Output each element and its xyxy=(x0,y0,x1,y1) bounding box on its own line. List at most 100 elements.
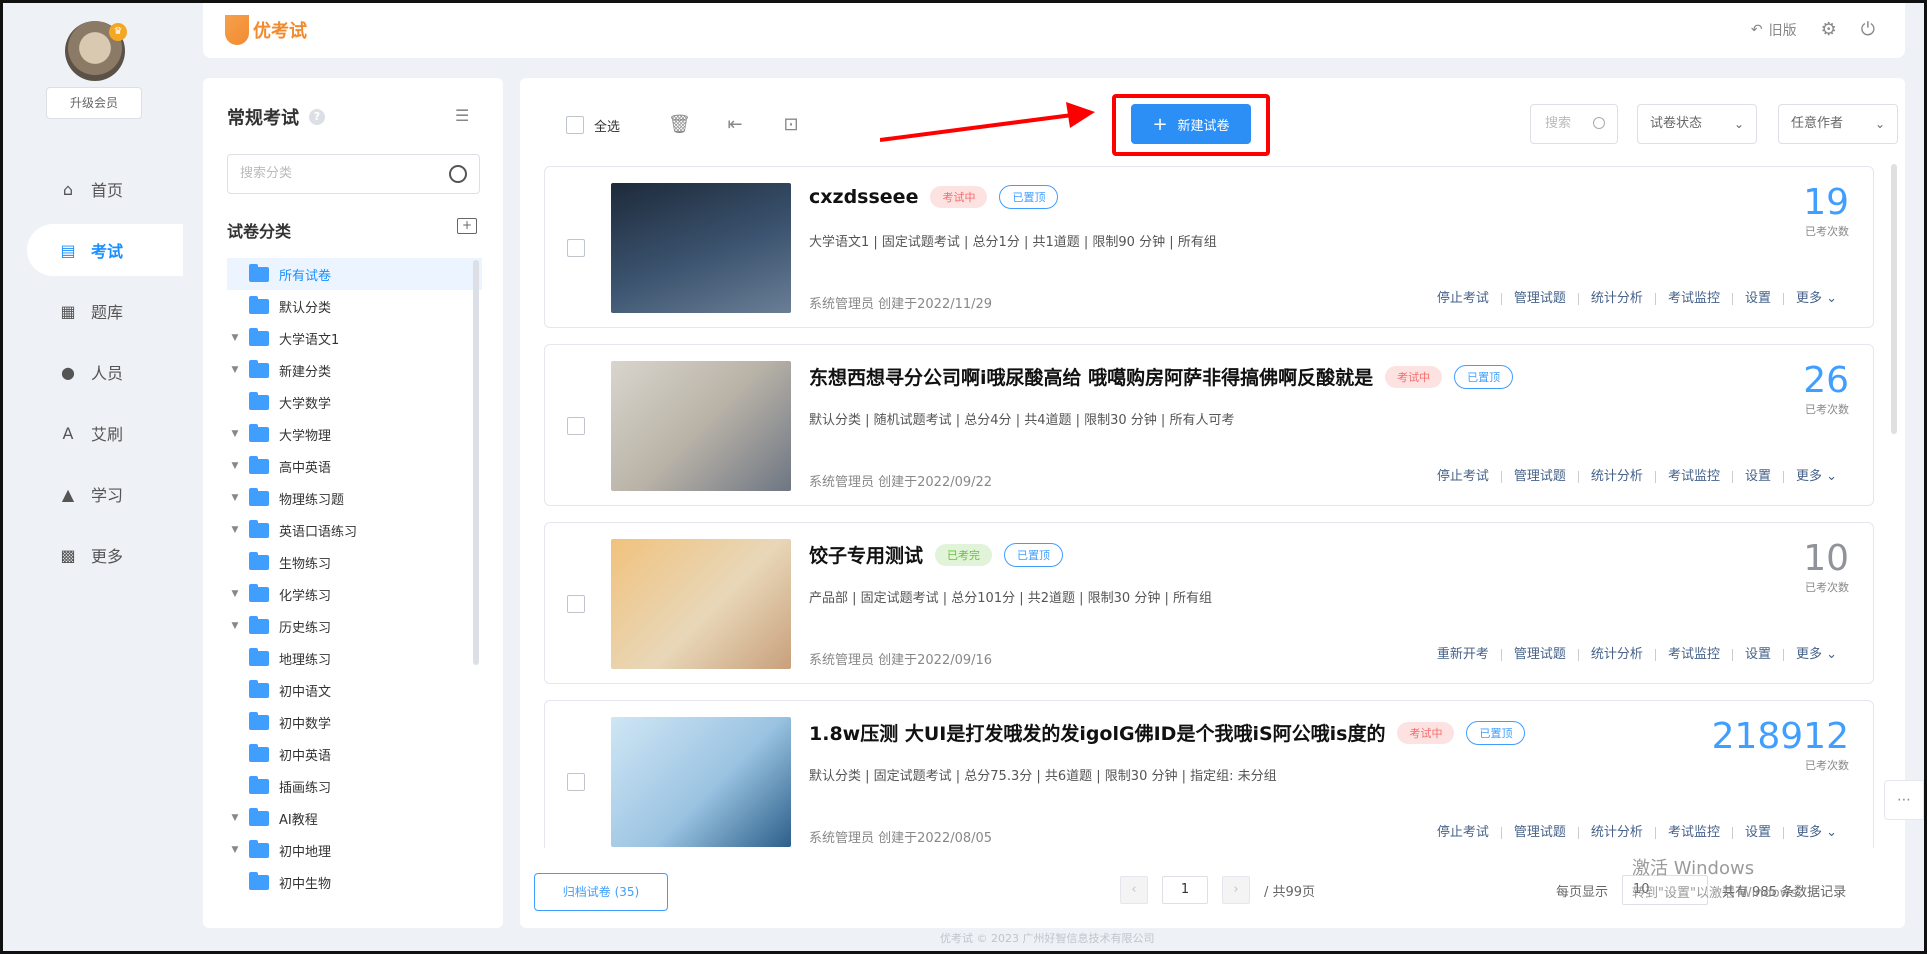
category-tree-item[interactable]: 插画练习 xyxy=(227,770,482,802)
category-search-input[interactable]: 搜索分类 xyxy=(227,154,480,194)
category-tree-item[interactable]: 初中语文 xyxy=(227,674,482,706)
category-tree-item[interactable]: 大学数学 xyxy=(227,386,482,418)
nav-item-6[interactable]: ▩ 更多 xyxy=(27,529,183,581)
paper-search-input[interactable]: 搜索 xyxy=(1530,104,1618,144)
category-tree-item[interactable]: ▼ 大学物理 xyxy=(227,418,482,450)
nav-item-4[interactable]: A 艾刷 xyxy=(27,407,183,459)
exam-thumbnail[interactable] xyxy=(611,183,791,313)
exam-title[interactable]: 饺子专用测试 xyxy=(809,541,923,568)
nav-item-3[interactable]: ● 人员 xyxy=(27,346,183,398)
exam-action-link[interactable]: 管理试题 xyxy=(1500,826,1578,839)
prev-page-button[interactable]: ‹ xyxy=(1120,876,1148,904)
power-icon[interactable]: ⏻ xyxy=(1861,19,1875,40)
exam-checkbox[interactable] xyxy=(567,239,585,257)
category-tree-item[interactable]: 所有试卷 xyxy=(227,258,482,290)
category-tree-item[interactable]: 地理练习 xyxy=(227,642,482,674)
exam-action-link[interactable]: 设置 xyxy=(1731,292,1783,305)
nav-item-5[interactable]: ▲ 学习 xyxy=(27,468,183,520)
exam-action-link[interactable]: 管理试题 xyxy=(1500,470,1578,483)
exam-action-link[interactable]: 更多 ⌄ xyxy=(1782,292,1849,305)
exam-action-link[interactable]: 管理试题 xyxy=(1500,648,1578,661)
help-icon[interactable]: ? xyxy=(309,109,325,125)
caret-down-icon[interactable]: ▼ xyxy=(227,621,243,631)
nav-item-0[interactable]: ⌂ 首页 xyxy=(27,163,183,215)
category-tree-item[interactable]: ▼ 初中地理 xyxy=(227,834,482,866)
exam-thumbnail[interactable] xyxy=(611,717,791,847)
logo[interactable]: 优考试 xyxy=(225,15,307,45)
exam-action-link[interactable]: 统计分析 xyxy=(1577,292,1655,305)
upgrade-member-button[interactable]: 升级会员 xyxy=(46,87,142,119)
exam-action-link[interactable]: 管理试题 xyxy=(1500,292,1578,305)
exam-card[interactable]: cxzdsseee 考试中 已置顶 大学语文1 | 固定试题考试 | 总分1分 … xyxy=(544,166,1874,328)
exam-action-link[interactable]: 设置 xyxy=(1731,470,1783,483)
trash-icon[interactable]: 🗑 xyxy=(668,114,691,136)
exam-action-link[interactable]: 考试监控 xyxy=(1654,648,1732,661)
archived-papers-button[interactable]: 归档试卷 (35) xyxy=(534,873,668,911)
checkbox[interactable] xyxy=(566,116,584,134)
exam-thumbnail[interactable] xyxy=(611,361,791,491)
category-tree-item[interactable]: ▼ 新建分类 xyxy=(227,354,482,386)
category-tree-item[interactable]: ▼ AI教程 xyxy=(227,802,482,834)
page-number-input[interactable]: 1 xyxy=(1162,876,1208,904)
search-icon[interactable] xyxy=(449,165,467,183)
exam-thumbnail[interactable] xyxy=(611,539,791,669)
next-page-button[interactable]: › xyxy=(1222,876,1250,904)
exam-action-link[interactable]: 设置 xyxy=(1731,826,1783,839)
author-select[interactable]: 任意作者 ⌄ xyxy=(1778,104,1898,144)
exam-title[interactable]: 东想西想寻分公司啊i哦尿酸高给 哦噶购房阿萨非得搞佛啊反酸就是 xyxy=(809,363,1373,390)
nav-item-1[interactable]: ▤ 考试 xyxy=(27,224,183,276)
exam-title[interactable]: cxzdsseee xyxy=(809,186,918,208)
collapse-menu-icon[interactable]: ☰ xyxy=(455,106,475,125)
exam-action-link[interactable]: 停止考试 xyxy=(1425,826,1501,839)
exam-action-link[interactable]: 考试监控 xyxy=(1654,292,1732,305)
exam-checkbox[interactable] xyxy=(567,417,585,435)
exam-action-link[interactable]: 统计分析 xyxy=(1577,648,1655,661)
select-all-checkbox[interactable]: 全选 xyxy=(566,116,620,135)
nav-item-2[interactable]: ▦ 题库 xyxy=(27,285,183,337)
list-scrollbar[interactable] xyxy=(1891,164,1897,434)
move-folder-icon[interactable]: ⇤ xyxy=(724,114,746,136)
search-icon[interactable] xyxy=(1593,117,1605,129)
caret-down-icon[interactable]: ▼ xyxy=(227,813,243,823)
caret-down-icon[interactable]: ▼ xyxy=(227,333,243,343)
category-tree-item[interactable]: ▼ 历史练习 xyxy=(227,610,482,642)
exam-action-link[interactable]: 统计分析 xyxy=(1577,470,1655,483)
exam-action-link[interactable]: 停止考试 xyxy=(1425,292,1501,305)
exam-action-link[interactable]: 重新开考 xyxy=(1425,648,1501,661)
settings-gear-icon[interactable]: ⚙ xyxy=(1821,19,1837,40)
status-select[interactable]: 试卷状态 ⌄ xyxy=(1637,104,1757,144)
category-tree-item[interactable]: 初中英语 xyxy=(227,738,482,770)
category-tree-item[interactable]: 默认分类 xyxy=(227,290,482,322)
caret-down-icon[interactable]: ▼ xyxy=(227,429,243,439)
exam-checkbox[interactable] xyxy=(567,595,585,613)
old-version-button[interactable]: ↶ 旧版 xyxy=(1751,20,1797,40)
exam-action-link[interactable]: 更多 ⌄ xyxy=(1782,826,1849,839)
chat-icon[interactable]: ⋯ xyxy=(1884,780,1924,820)
category-tree-item[interactable]: ▼ 物理练习题 xyxy=(227,482,482,514)
category-tree-item[interactable]: 初中生物 xyxy=(227,866,482,898)
category-tree-item[interactable]: 生物练习 xyxy=(227,546,482,578)
category-tree-item[interactable]: ▼ 化学练习 xyxy=(227,578,482,610)
new-paper-button[interactable]: + 新建试卷 xyxy=(1131,104,1251,144)
caret-down-icon[interactable]: ▼ xyxy=(227,845,243,855)
category-tree-item[interactable]: 初中数学 xyxy=(227,706,482,738)
category-tree-item[interactable]: ▼ 英语口语练习 xyxy=(227,514,482,546)
add-folder-icon[interactable]: + xyxy=(457,218,477,234)
exam-title[interactable]: 1.8w压测 大UI是打发哦发的发igolG佛ID是个我哦iS阿公哦is度的 xyxy=(809,719,1385,746)
caret-down-icon[interactable]: ▼ xyxy=(227,365,243,375)
caret-down-icon[interactable]: ▼ xyxy=(227,461,243,471)
exam-card[interactable]: 1.8w压测 大UI是打发哦发的发igolG佛ID是个我哦iS阿公哦is度的 考… xyxy=(544,700,1874,848)
caret-down-icon[interactable]: ▼ xyxy=(227,589,243,599)
exam-action-link[interactable]: 更多 ⌄ xyxy=(1782,470,1849,483)
tree-scrollbar[interactable] xyxy=(473,260,479,665)
exam-action-link[interactable]: 统计分析 xyxy=(1577,826,1655,839)
exam-card[interactable]: 饺子专用测试 已考完 已置顶 产品部 | 固定试题考试 | 总分101分 | 共… xyxy=(544,522,1874,684)
caret-down-icon[interactable]: ▼ xyxy=(227,525,243,535)
category-tree-item[interactable]: ▼ 高中英语 xyxy=(227,450,482,482)
exam-checkbox[interactable] xyxy=(567,773,585,791)
category-tree-item[interactable]: ▼ 大学语文1 xyxy=(227,322,482,354)
exam-action-link[interactable]: 设置 xyxy=(1731,648,1783,661)
exam-action-link[interactable]: 考试监控 xyxy=(1654,826,1732,839)
exam-action-link[interactable]: 考试监控 xyxy=(1654,470,1732,483)
caret-down-icon[interactable]: ▼ xyxy=(227,493,243,503)
